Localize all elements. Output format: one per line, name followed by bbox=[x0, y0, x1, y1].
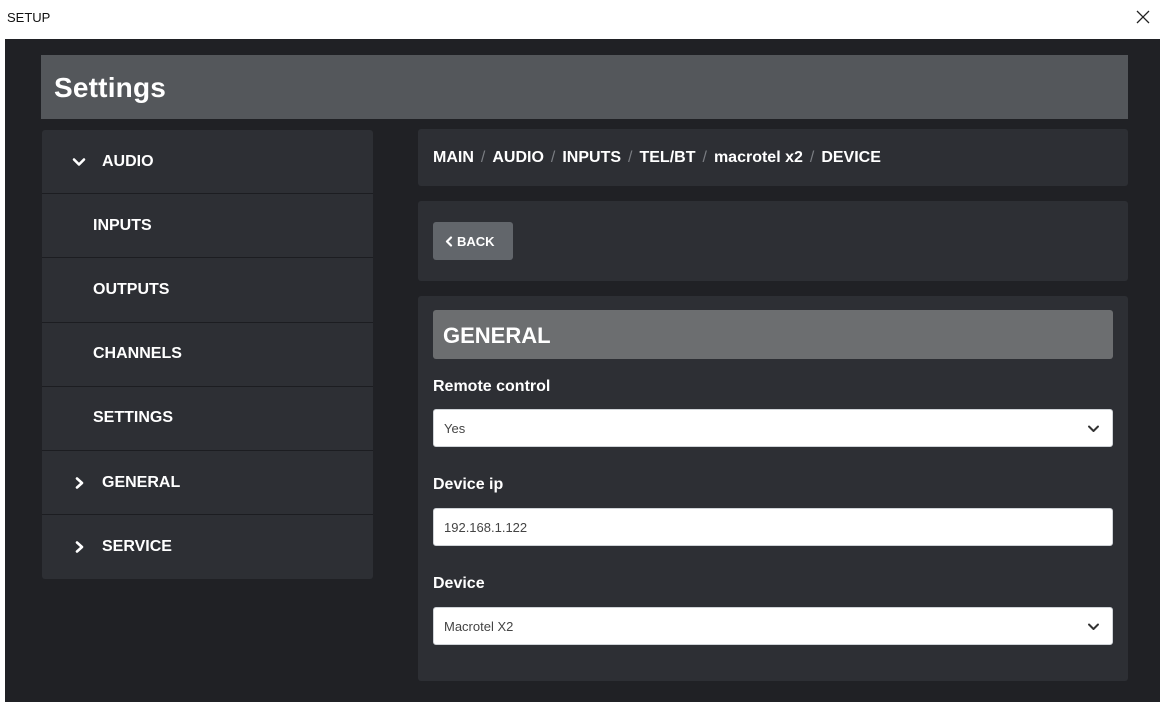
sidebar-item-inputs[interactable]: INPUTS bbox=[42, 194, 373, 259]
breadcrumb-item-audio[interactable]: AUDIO bbox=[492, 149, 544, 166]
chevron-right-icon bbox=[72, 476, 86, 490]
sidebar-item-label: SERVICE bbox=[102, 538, 172, 556]
page-title: Settings bbox=[54, 72, 167, 103]
sidebar-item-label: INPUTS bbox=[93, 216, 152, 234]
close-icon[interactable] bbox=[1132, 6, 1154, 28]
sidebar-item-label: OUTPUTS bbox=[93, 280, 170, 298]
back-button[interactable]: BACK bbox=[433, 222, 513, 260]
device-ip-value: 192.168.1.122 bbox=[444, 519, 528, 535]
general-panel: GENERAL Remote control Yes Device ip 192… bbox=[418, 296, 1128, 681]
breadcrumb: MAIN / AUDIO / INPUTS / TEL/BT / macrotel x2 / DEV… bbox=[433, 149, 881, 167]
sidebar-item-settings[interactable]: SETTINGS bbox=[42, 387, 373, 451]
breadcrumb-item-device: DEVICE bbox=[821, 149, 881, 166]
sidebar-item-label: AUDIO bbox=[102, 152, 154, 170]
breadcrumb-separator: / bbox=[480, 149, 486, 166]
sidebar-menu: AUDIO INPUTS OUTPUTS CHANNELS SETTINGS G… bbox=[42, 130, 373, 579]
sidebar-item-label: GENERAL bbox=[102, 473, 181, 491]
sidebar-item-audio[interactable]: AUDIO bbox=[42, 130, 373, 195]
section-title: GENERAL bbox=[443, 323, 551, 348]
section-header: GENERAL bbox=[433, 310, 1113, 359]
breadcrumb-separator: / bbox=[550, 149, 556, 166]
chevron-right-icon bbox=[72, 540, 86, 554]
sidebar-item-channels[interactable]: CHANNELS bbox=[42, 323, 373, 387]
chevron-left-icon bbox=[444, 235, 454, 247]
device-value: Macrotel X2 bbox=[444, 618, 514, 634]
window-titlebar: SETUP bbox=[0, 0, 1164, 38]
breadcrumb-item-inputs[interactable]: INPUTS bbox=[562, 149, 621, 166]
back-button-label: BACK bbox=[457, 233, 495, 249]
device-ip-input[interactable]: 192.168.1.122 bbox=[433, 508, 1113, 546]
breadcrumb-item-tel-bt[interactable]: TEL/BT bbox=[639, 149, 695, 166]
app-container: Settings AUDIO INPUTS OUTPUTS CHANNELS S… bbox=[5, 39, 1160, 702]
breadcrumb-separator: / bbox=[628, 149, 633, 166]
breadcrumb-separator: / bbox=[702, 149, 707, 166]
remote-control-label: Remote control bbox=[433, 378, 551, 395]
breadcrumb-container: MAIN / AUDIO / INPUTS / TEL/BT / macrotel x2 / DEV… bbox=[418, 129, 1128, 186]
breadcrumb-item-macrotel-x2[interactable]: macrotel x2 bbox=[714, 149, 803, 166]
device-select[interactable]: Macrotel X2 bbox=[433, 607, 1113, 645]
breadcrumb-separator: / bbox=[809, 149, 815, 166]
chevron-down-icon bbox=[1087, 423, 1100, 435]
device-ip-label: Device ip bbox=[433, 476, 504, 493]
remote-control-select[interactable]: Yes bbox=[433, 409, 1113, 447]
sidebar-item-outputs[interactable]: OUTPUTS bbox=[42, 258, 373, 323]
remote-control-value: Yes bbox=[444, 420, 466, 436]
sidebar-item-label: CHANNELS bbox=[93, 345, 182, 363]
chevron-down-icon bbox=[1087, 621, 1100, 633]
page-header: Settings bbox=[41, 55, 1128, 119]
device-label: Device bbox=[433, 575, 485, 592]
sidebar-item-label: SETTINGS bbox=[93, 409, 174, 427]
breadcrumb-item-main[interactable]: MAIN bbox=[433, 149, 474, 166]
chevron-down-icon bbox=[72, 155, 86, 169]
sidebar-item-service[interactable]: SERVICE bbox=[42, 515, 373, 579]
sidebar-item-general[interactable]: GENERAL bbox=[42, 451, 373, 516]
window-title: SETUP bbox=[7, 10, 51, 25]
back-container: BACK bbox=[418, 201, 1128, 281]
